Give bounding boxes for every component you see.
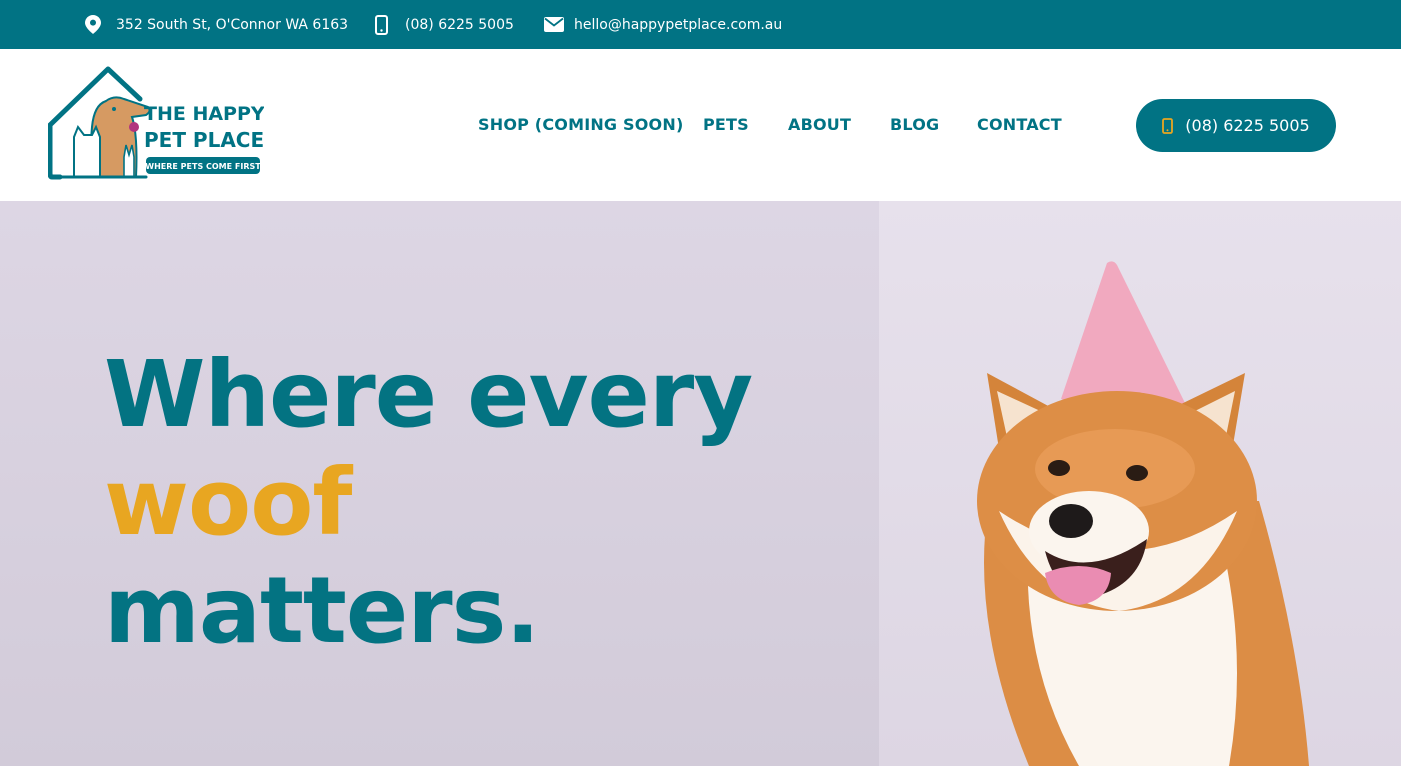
location-pin-icon xyxy=(85,15,101,34)
hero-section: Where every woof matters. xyxy=(0,201,1401,766)
party-hat-shape xyxy=(1061,261,1185,413)
hero-headline-line3: matters. xyxy=(104,557,540,664)
shiba-dog-party-hat-image xyxy=(977,261,1309,766)
hero-image-panel xyxy=(879,201,1401,766)
top-contact-bar: 352 South St, O'Connor WA 6163 (08) 6225… xyxy=(0,0,1401,49)
dog-nose-shape xyxy=(1049,504,1093,538)
call-button-label: (08) 6225 5005 xyxy=(1185,116,1310,135)
topbar-email-link[interactable]: hello@happypetplace.com.au xyxy=(574,17,782,33)
hero-headline: Where every woof matters. xyxy=(104,341,753,665)
envelope-icon xyxy=(544,17,564,32)
hero-text-panel: Where every woof matters. xyxy=(0,201,879,766)
address-text: 352 South St, O'Connor WA 6163 xyxy=(116,16,349,33)
nav-item-contact[interactable]: CONTACT xyxy=(977,115,1062,134)
call-button[interactable]: (08) 6225 5005 xyxy=(1136,99,1336,152)
nav-item-shop[interactable]: SHOP (COMING SOON) xyxy=(478,115,683,134)
hero-headline-accent: woof xyxy=(104,449,352,556)
mobile-phone-icon xyxy=(1162,117,1174,134)
topbar-phone-link[interactable]: (08) 6225 5005 xyxy=(405,17,514,33)
nav-item-about[interactable]: ABOUT xyxy=(788,115,851,134)
nav-item-pets[interactable]: PETS xyxy=(703,115,749,134)
hero-headline-line1: Where every xyxy=(104,341,753,448)
topbar-phone-item[interactable]: (08) 6225 5005 xyxy=(375,0,514,49)
address-item: 352 South St, O'Connor WA 6163 xyxy=(85,0,348,49)
nav-item-blog[interactable]: BLOG xyxy=(890,115,939,134)
mobile-phone-icon xyxy=(375,14,388,35)
topbar-email-item[interactable]: hello@happypetplace.com.au xyxy=(544,0,782,49)
site-header: THE HAPPY PET PLACE WHERE PETS COME FIRS… xyxy=(0,49,1401,201)
